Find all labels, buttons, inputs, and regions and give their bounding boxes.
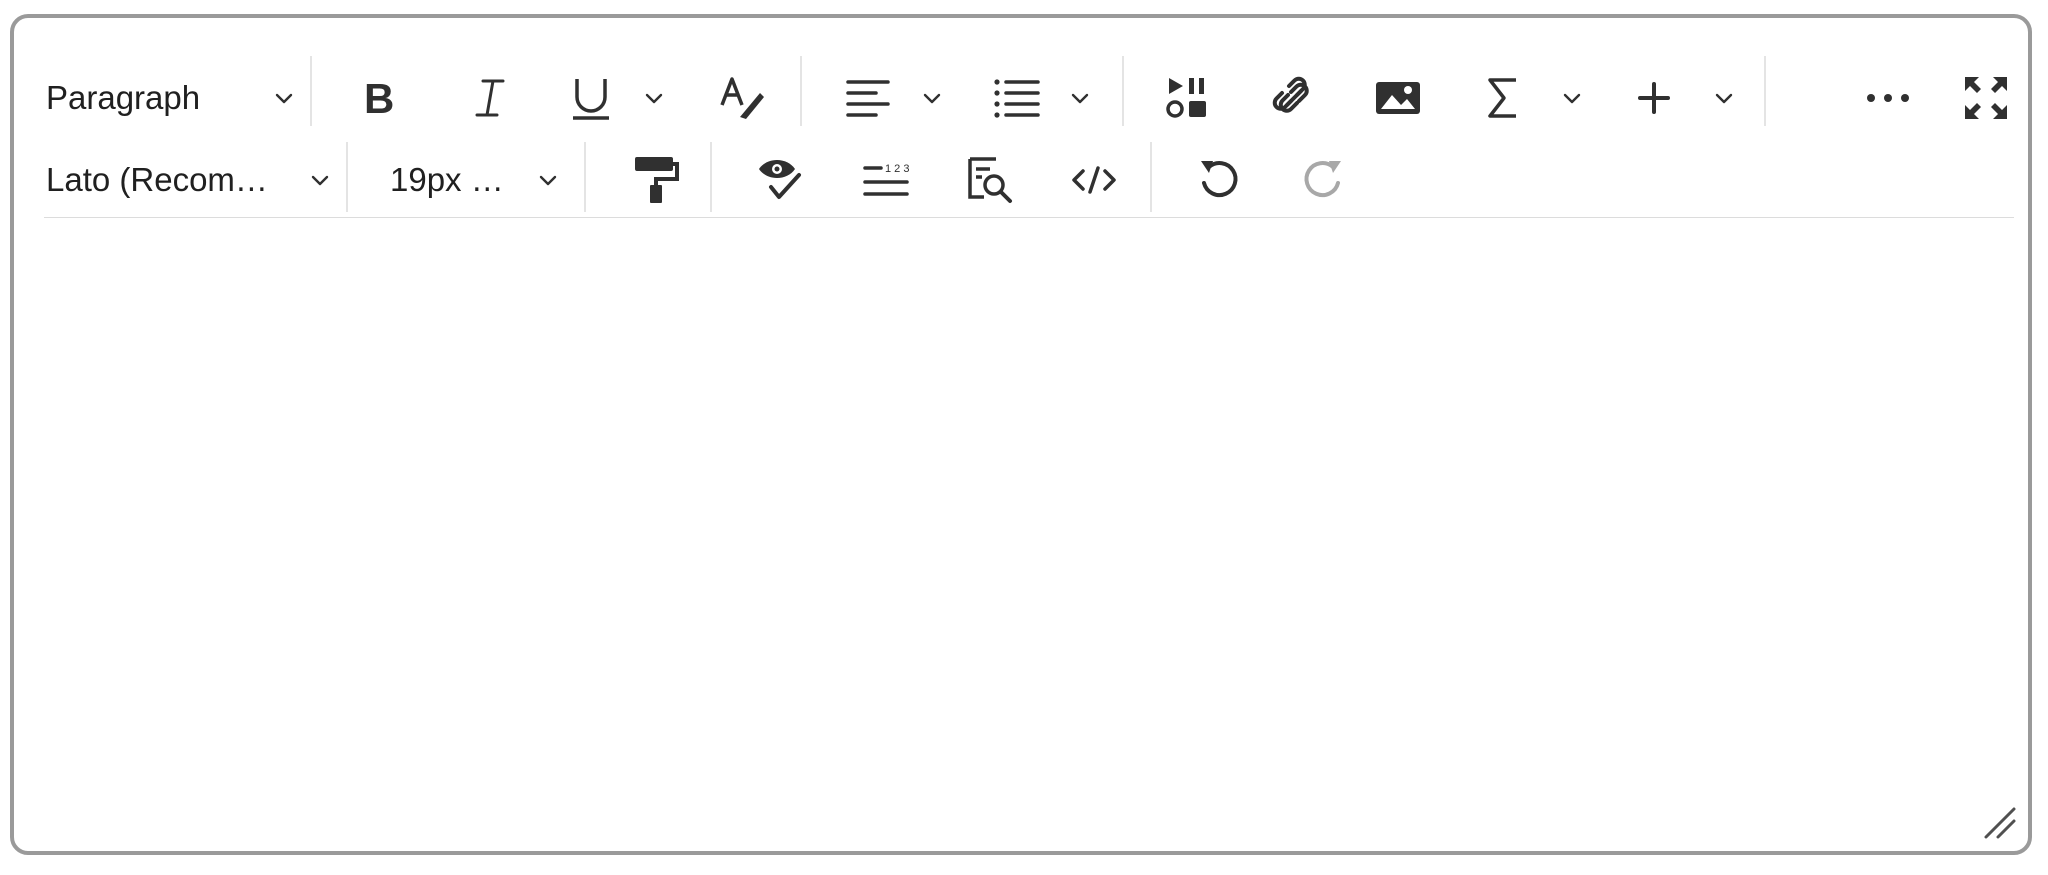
redo-icon [1299, 157, 1345, 203]
insert-dropdown[interactable] [1636, 70, 1736, 126]
editor-content-area[interactable] [18, 218, 2024, 846]
image-icon [1374, 78, 1422, 118]
toolbar-separator [710, 142, 712, 212]
chevron-down-icon [272, 86, 296, 110]
chevron-down-icon [920, 86, 944, 110]
clear-formatting-button[interactable] [712, 70, 772, 126]
toolbar-separator [584, 142, 586, 212]
toolbar-separator [1764, 56, 1766, 126]
rich-text-editor: Paragraph B Lato (Recom… 19px … 1 2 3 [10, 14, 2032, 855]
chevron-down-icon [1068, 86, 1092, 110]
chevron-down-icon [642, 86, 666, 110]
underline-icon [570, 75, 612, 121]
chevron-down-icon [1712, 86, 1736, 110]
media-icon [1165, 75, 1211, 121]
toolbar-separator [310, 56, 312, 126]
font-size-label: 19px … [390, 161, 504, 198]
chevron-down-icon [308, 168, 332, 192]
resize-handle-icon[interactable] [1980, 803, 2018, 841]
chevron-down-icon [536, 168, 560, 192]
bold-icon: B [360, 76, 400, 120]
code-icon [1071, 165, 1117, 195]
fullscreen-button[interactable] [1956, 70, 2016, 126]
accessibility-check-button[interactable] [750, 152, 810, 208]
clear-formatting-icon [718, 75, 766, 121]
align-left-icon [844, 76, 892, 120]
block-format-dropdown[interactable]: Paragraph [46, 70, 296, 126]
undo-button[interactable] [1190, 152, 1250, 208]
redo-button[interactable] [1292, 152, 1352, 208]
toolbar-separator [1122, 56, 1124, 126]
toolbar-separator [800, 56, 802, 126]
italic-icon [473, 76, 507, 120]
source-code-button[interactable] [1064, 152, 1124, 208]
font-size-dropdown[interactable]: 19px … [390, 152, 560, 208]
link-icon [1271, 75, 1317, 121]
align-dropdown[interactable] [844, 70, 944, 126]
underline-button[interactable] [570, 70, 666, 126]
word-count-button[interactable]: 1 2 3 [856, 152, 916, 208]
bullet-list-icon [992, 76, 1042, 120]
preview-button[interactable] [960, 152, 1020, 208]
more-button[interactable] [1858, 70, 1918, 126]
format-painter-icon [633, 155, 679, 205]
sigma-icon [1484, 75, 1522, 121]
block-format-label: Paragraph [46, 79, 201, 116]
toolbar-separator [1150, 142, 1152, 212]
fullscreen-icon [1963, 75, 2009, 121]
chevron-down-icon [1560, 86, 1584, 110]
toolbar-separator [346, 142, 348, 212]
italic-button[interactable] [460, 70, 520, 126]
format-painter-button[interactable] [626, 152, 686, 208]
svg-text:B: B [364, 76, 394, 120]
undo-icon [1197, 157, 1243, 203]
media-button[interactable] [1158, 70, 1218, 126]
plus-icon [1636, 80, 1672, 116]
link-button[interactable] [1264, 70, 1324, 126]
font-family-dropdown[interactable]: Lato (Recom… [46, 152, 332, 208]
svg-text:1 2 3: 1 2 3 [885, 163, 909, 175]
image-button[interactable] [1368, 70, 1428, 126]
equation-dropdown[interactable] [1484, 70, 1584, 126]
bold-button[interactable]: B [350, 70, 410, 126]
accessibility-check-icon [757, 155, 803, 205]
preview-search-icon [966, 155, 1014, 205]
word-count-icon: 1 2 3 [861, 160, 911, 200]
list-dropdown[interactable] [992, 70, 1092, 126]
more-horizontal-icon [1865, 92, 1911, 104]
font-family-label: Lato (Recom… [46, 161, 268, 198]
